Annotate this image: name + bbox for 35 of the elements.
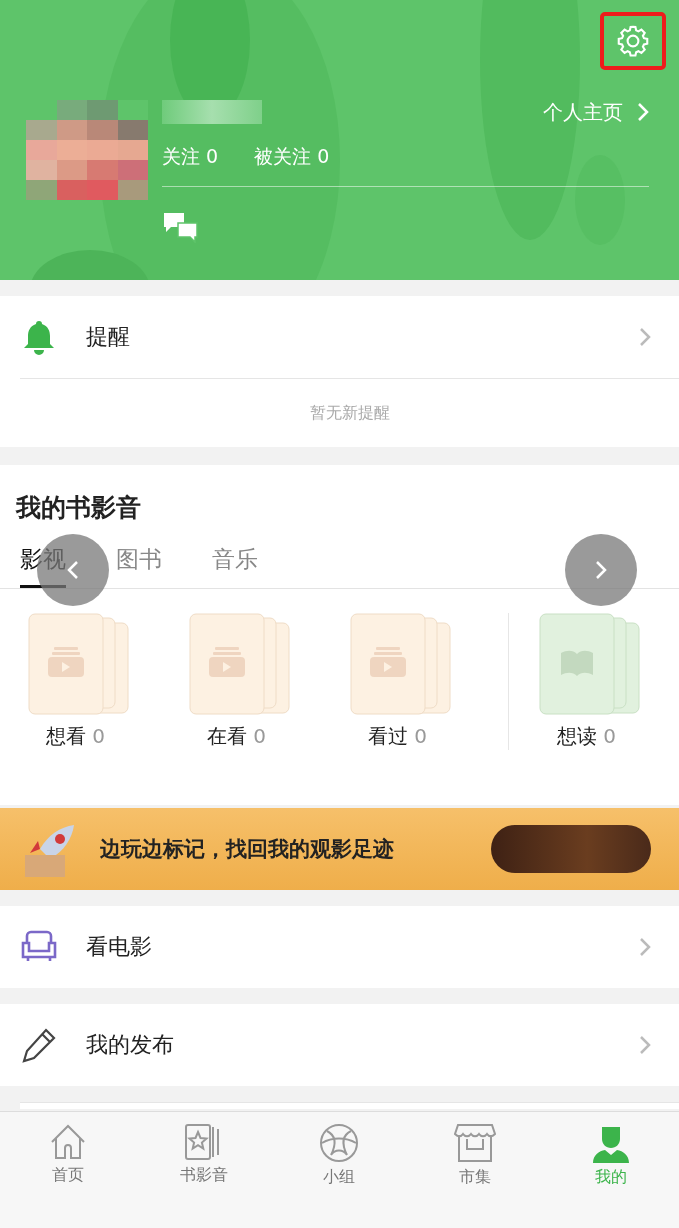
shelf-label[interactable]: 看过 0 — [350, 723, 428, 750]
pencil-icon — [20, 1026, 58, 1064]
chevron-icon — [637, 102, 649, 122]
video-shelf-icon[interactable] — [28, 613, 130, 715]
profile-link[interactable]: 个人主页 — [543, 98, 649, 126]
chevron-icon — [639, 327, 651, 347]
video-shelf-icon[interactable] — [189, 613, 291, 715]
shelf-label[interactable]: 在看 0 — [189, 723, 267, 750]
globe-icon — [319, 1123, 360, 1163]
banner-text: 边玩边标记，找回我的观影足迹 — [100, 836, 395, 863]
reminder-title[interactable]: 提醒 — [86, 322, 611, 352]
followers-count[interactable]: 被关注 0 — [254, 144, 330, 170]
chevron-icon — [639, 937, 651, 957]
shelf-label[interactable]: 想读 0 — [539, 723, 617, 750]
category-tab[interactable]: 音乐 — [212, 544, 258, 588]
chevron-icon — [639, 1035, 651, 1055]
shop-icon — [454, 1123, 497, 1163]
tab-bar-item[interactable]: 我的 — [543, 1122, 679, 1189]
section-title: 我的书影音 — [14, 492, 142, 524]
chevron-icon — [595, 560, 607, 580]
chevron-left-icon — [67, 560, 79, 580]
tab-bar-item[interactable]: 小组 — [271, 1122, 408, 1189]
tab-bar-item[interactable]: 首页 — [0, 1122, 136, 1187]
shelf-label[interactable]: 想看 0 — [28, 723, 106, 750]
chat-icon[interactable] — [162, 211, 200, 243]
empty-reminder-text: 暂无新提醒 — [309, 402, 390, 424]
promo-banner[interactable]: 边玩边标记，找回我的观影足迹 — [0, 808, 679, 890]
banner-action-button[interactable] — [491, 825, 651, 873]
tab-bar-item[interactable]: 市集 — [407, 1122, 544, 1189]
settings-icon[interactable] — [615, 23, 651, 59]
book-shelf-icon[interactable] — [539, 613, 641, 715]
video-shelf-icon[interactable] — [350, 613, 452, 715]
following-count[interactable]: 关注 0 — [162, 144, 219, 170]
tab-bar-item[interactable]: 书影音 — [135, 1122, 272, 1187]
category-tab[interactable]: 图书 — [116, 544, 162, 588]
